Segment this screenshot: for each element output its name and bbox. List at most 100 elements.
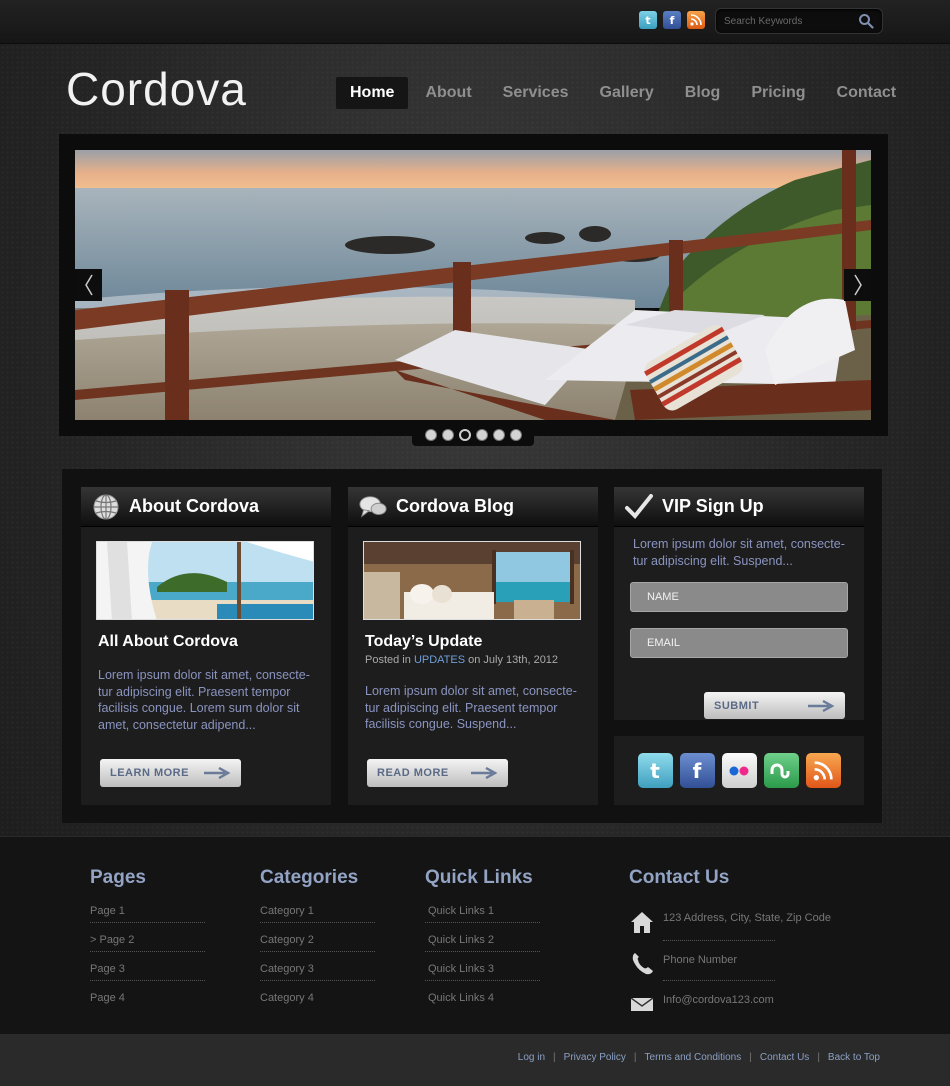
footer-quick-link-1[interactable]: Quick Links 1 (425, 903, 540, 932)
email-field[interactable] (631, 629, 847, 657)
vip-panel-header: VIP Sign Up (614, 487, 864, 527)
about-panel-title: About Cordova (129, 496, 259, 516)
facebook-icon[interactable]: f (663, 11, 681, 29)
hero-slider (59, 134, 888, 436)
footer-link-page-1[interactable]: Page 1 (90, 903, 205, 932)
footer-categories-title: Categories (260, 867, 359, 888)
nav-pricing[interactable]: Pricing (737, 77, 819, 109)
nav-about[interactable]: About (411, 77, 485, 109)
blog-post-title[interactable]: Today’s Update (365, 633, 482, 651)
read-more-button[interactable]: READ MORE (367, 759, 508, 787)
privacy-policy-link[interactable]: Privacy Policy (564, 1052, 626, 1063)
about-post-body: Lorem ipsum dolor sit amet, consecte-tur… (98, 668, 310, 732)
name-field[interactable] (631, 583, 847, 611)
footer-link-page-3[interactable]: Page 3 (90, 961, 205, 990)
contact-address-row: 123 Address, City, State, Zip Code (629, 909, 831, 935)
arrow-right-icon (204, 767, 231, 779)
footer-quick-link-4[interactable]: Quick Links 4 (425, 990, 533, 1019)
envelope-icon (630, 997, 654, 1011)
nav-services[interactable]: Services (489, 77, 583, 109)
vip-signup-panel: VIP Sign Up Lorem ipsum dolor sit amet, … (614, 487, 864, 720)
flickr-icon[interactable] (721, 753, 757, 788)
site-logo[interactable]: Cordova (66, 62, 247, 116)
separator: | (817, 1052, 820, 1063)
footer: Pages Page 1 > Page 2 Page 3 Page 4 Cate… (0, 836, 950, 1034)
search-input[interactable] (724, 13, 854, 30)
about-panel-header: About Cordova (81, 487, 331, 527)
slider-dot-5[interactable] (492, 428, 505, 441)
separator: | (633, 1052, 637, 1063)
blog-panel-title: Cordova Blog (396, 496, 515, 516)
nav-contact[interactable]: Contact (823, 77, 911, 109)
rss-icon[interactable] (805, 753, 841, 788)
social-panel: t f (614, 736, 864, 805)
slider-dot-6[interactable] (509, 428, 522, 441)
blog-panel: Cordova Blog Today’s Update Posted in UP… (348, 487, 598, 805)
footer-link-category-3[interactable]: Category 3 (260, 961, 376, 990)
arrow-right-icon (471, 767, 498, 779)
globe-icon (91, 492, 121, 522)
chevron-left-icon (84, 274, 93, 296)
nav-home[interactable]: Home (336, 77, 409, 109)
footer-quick-link-2[interactable]: Quick Links 2 (425, 932, 540, 961)
blog-panel-header: Cordova Blog (348, 487, 598, 527)
home-icon (631, 912, 653, 933)
search-icon[interactable] (858, 13, 874, 29)
back-to-top-link[interactable]: Back to Top (828, 1052, 880, 1063)
login-link[interactable]: Log in (518, 1052, 545, 1063)
rss-icon[interactable] (687, 11, 705, 29)
terms-link[interactable]: Terms and Conditions (645, 1052, 742, 1063)
bottom-links: Log in | Privacy Policy | Terms and Cond… (518, 1052, 880, 1063)
contact-address: 123 Address, City, State, Zip Code (663, 912, 831, 924)
main-nav: Home About Services Gallery Blog Pricing… (336, 77, 913, 109)
contact-divider (663, 980, 775, 981)
top-social-icons: t f (639, 11, 705, 29)
footer-link-page-4[interactable]: Page 4 (90, 990, 146, 1019)
name-field-wrapper (630, 582, 848, 612)
facebook-icon[interactable]: f (679, 753, 715, 788)
slider-pagination (412, 423, 534, 446)
blog-post-meta: Posted in UPDATES on July 13th, 2012 (365, 654, 558, 666)
slider-dot-4[interactable] (475, 428, 488, 441)
footer-link-category-4[interactable]: Category 4 (260, 990, 358, 1019)
separator: | (749, 1052, 752, 1063)
checkmark-icon (624, 492, 654, 522)
contact-us-link[interactable]: Contact Us (760, 1052, 809, 1063)
contact-divider (663, 940, 775, 941)
slider-prev-button[interactable] (75, 269, 102, 301)
nav-gallery[interactable]: Gallery (586, 77, 668, 109)
footer-contact-title: Contact Us (629, 867, 730, 888)
twitter-icon[interactable]: t (639, 11, 657, 29)
learn-more-label: LEARN MORE (110, 767, 189, 779)
slider-dot-2[interactable] (441, 428, 454, 441)
submit-button[interactable]: SUBMIT (704, 692, 845, 719)
blog-posted-prefix: Posted in (365, 654, 411, 666)
footer-quick-link-3[interactable]: Quick Links 3 (425, 961, 540, 990)
about-thumbnail[interactable] (96, 541, 314, 620)
contact-phone[interactable]: Phone Number (663, 951, 737, 967)
footer-link-page-2[interactable]: > Page 2 (90, 932, 205, 961)
contact-phone-row: Phone Number (629, 951, 737, 977)
contact-email[interactable]: Info@cordova123.com (663, 991, 774, 1007)
twitter-icon[interactable]: t (637, 753, 673, 788)
contact-email-row: Info@cordova123.com (629, 991, 774, 1017)
blog-post-body: Lorem ipsum dolor sit amet, consecte-tur… (365, 684, 577, 731)
about-post-title[interactable]: All About Cordova (98, 633, 238, 651)
read-more-label: READ MORE (377, 767, 449, 779)
top-bar: t f (0, 0, 950, 44)
blog-category-link[interactable]: UPDATES (414, 654, 465, 666)
content-area: About Cordova All About Cordova Lorem ip… (62, 469, 882, 823)
blog-thumbnail[interactable] (363, 541, 581, 620)
slider-dot-1[interactable] (424, 428, 437, 441)
nav-blog[interactable]: Blog (671, 77, 735, 109)
footer-link-category-2[interactable]: Category 2 (260, 932, 376, 961)
learn-more-button[interactable]: LEARN MORE (100, 759, 241, 787)
footer-categories: Categories Category 1 Category 2 Categor… (260, 867, 376, 1019)
phone-icon (632, 953, 653, 975)
slider-next-button[interactable] (844, 269, 871, 301)
slider-dot-3[interactable] (458, 428, 471, 441)
vip-description: Lorem ipsum dolor sit amet, consecte-tur… (633, 537, 845, 568)
footer-link-category-1[interactable]: Category 1 (260, 903, 376, 932)
footer-pages-title: Pages (90, 867, 146, 888)
stumbleupon-icon[interactable] (763, 753, 799, 788)
